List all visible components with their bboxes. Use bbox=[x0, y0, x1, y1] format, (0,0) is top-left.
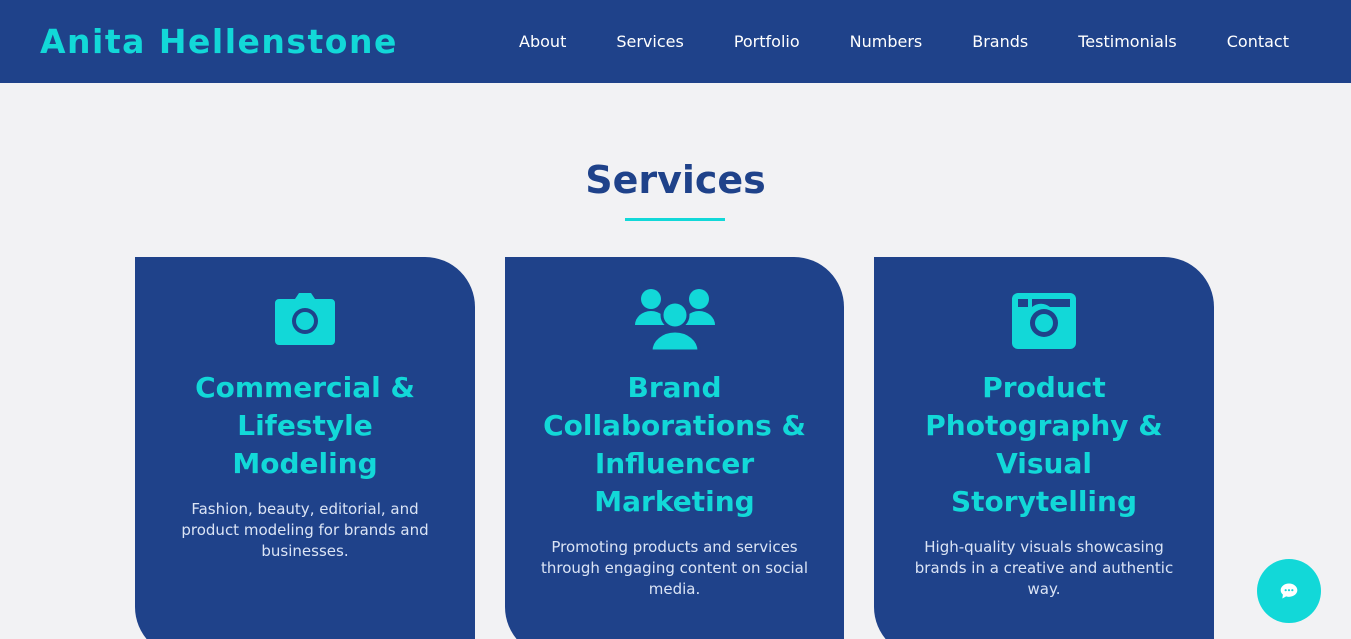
card-title: Product Photography & Visual Storytellin… bbox=[925, 371, 1163, 518]
chat-icon bbox=[1280, 583, 1298, 599]
service-card-product-photography: Product Photography & Visual Storytellin… bbox=[874, 257, 1214, 639]
card-title: Brand Collaborations & Influencer Market… bbox=[543, 371, 806, 518]
title-underline bbox=[625, 218, 725, 221]
nav-link-brands[interactable]: Brands bbox=[972, 32, 1028, 51]
chat-button[interactable] bbox=[1257, 559, 1321, 623]
nav-link-testimonials[interactable]: Testimonials bbox=[1078, 32, 1177, 51]
users-icon bbox=[634, 289, 715, 351]
section-title: Services bbox=[585, 158, 766, 202]
nav-link-services[interactable]: Services bbox=[616, 32, 683, 51]
camera-icon bbox=[275, 293, 335, 345]
card-description: Fashion, beauty, editorial, and product … bbox=[181, 500, 429, 560]
nav-link-contact[interactable]: Contact bbox=[1227, 32, 1289, 51]
brand-logo-text[interactable]: Anita Hellenstone bbox=[40, 22, 398, 61]
service-card-brand-collaborations: Brand Collaborations & Influencer Market… bbox=[505, 257, 844, 639]
nav-link-about[interactable]: About bbox=[519, 32, 566, 51]
nav-links: About Services Portfolio Numbers Brands … bbox=[469, 32, 1289, 51]
card-title: Commercial & Lifestyle Modeling bbox=[195, 371, 415, 480]
service-card-commercial-modeling: Commercial & Lifestyle Modeling Fashion,… bbox=[135, 257, 475, 639]
camera-retro-icon bbox=[1012, 293, 1076, 349]
nav-link-portfolio[interactable]: Portfolio bbox=[734, 32, 800, 51]
nav-link-numbers[interactable]: Numbers bbox=[850, 32, 923, 51]
card-description: High-quality visuals showcasing brands i… bbox=[914, 538, 1174, 598]
navbar: Anita Hellenstone About Services Portfol… bbox=[0, 0, 1351, 83]
card-description: Promoting products and services through … bbox=[540, 538, 809, 598]
